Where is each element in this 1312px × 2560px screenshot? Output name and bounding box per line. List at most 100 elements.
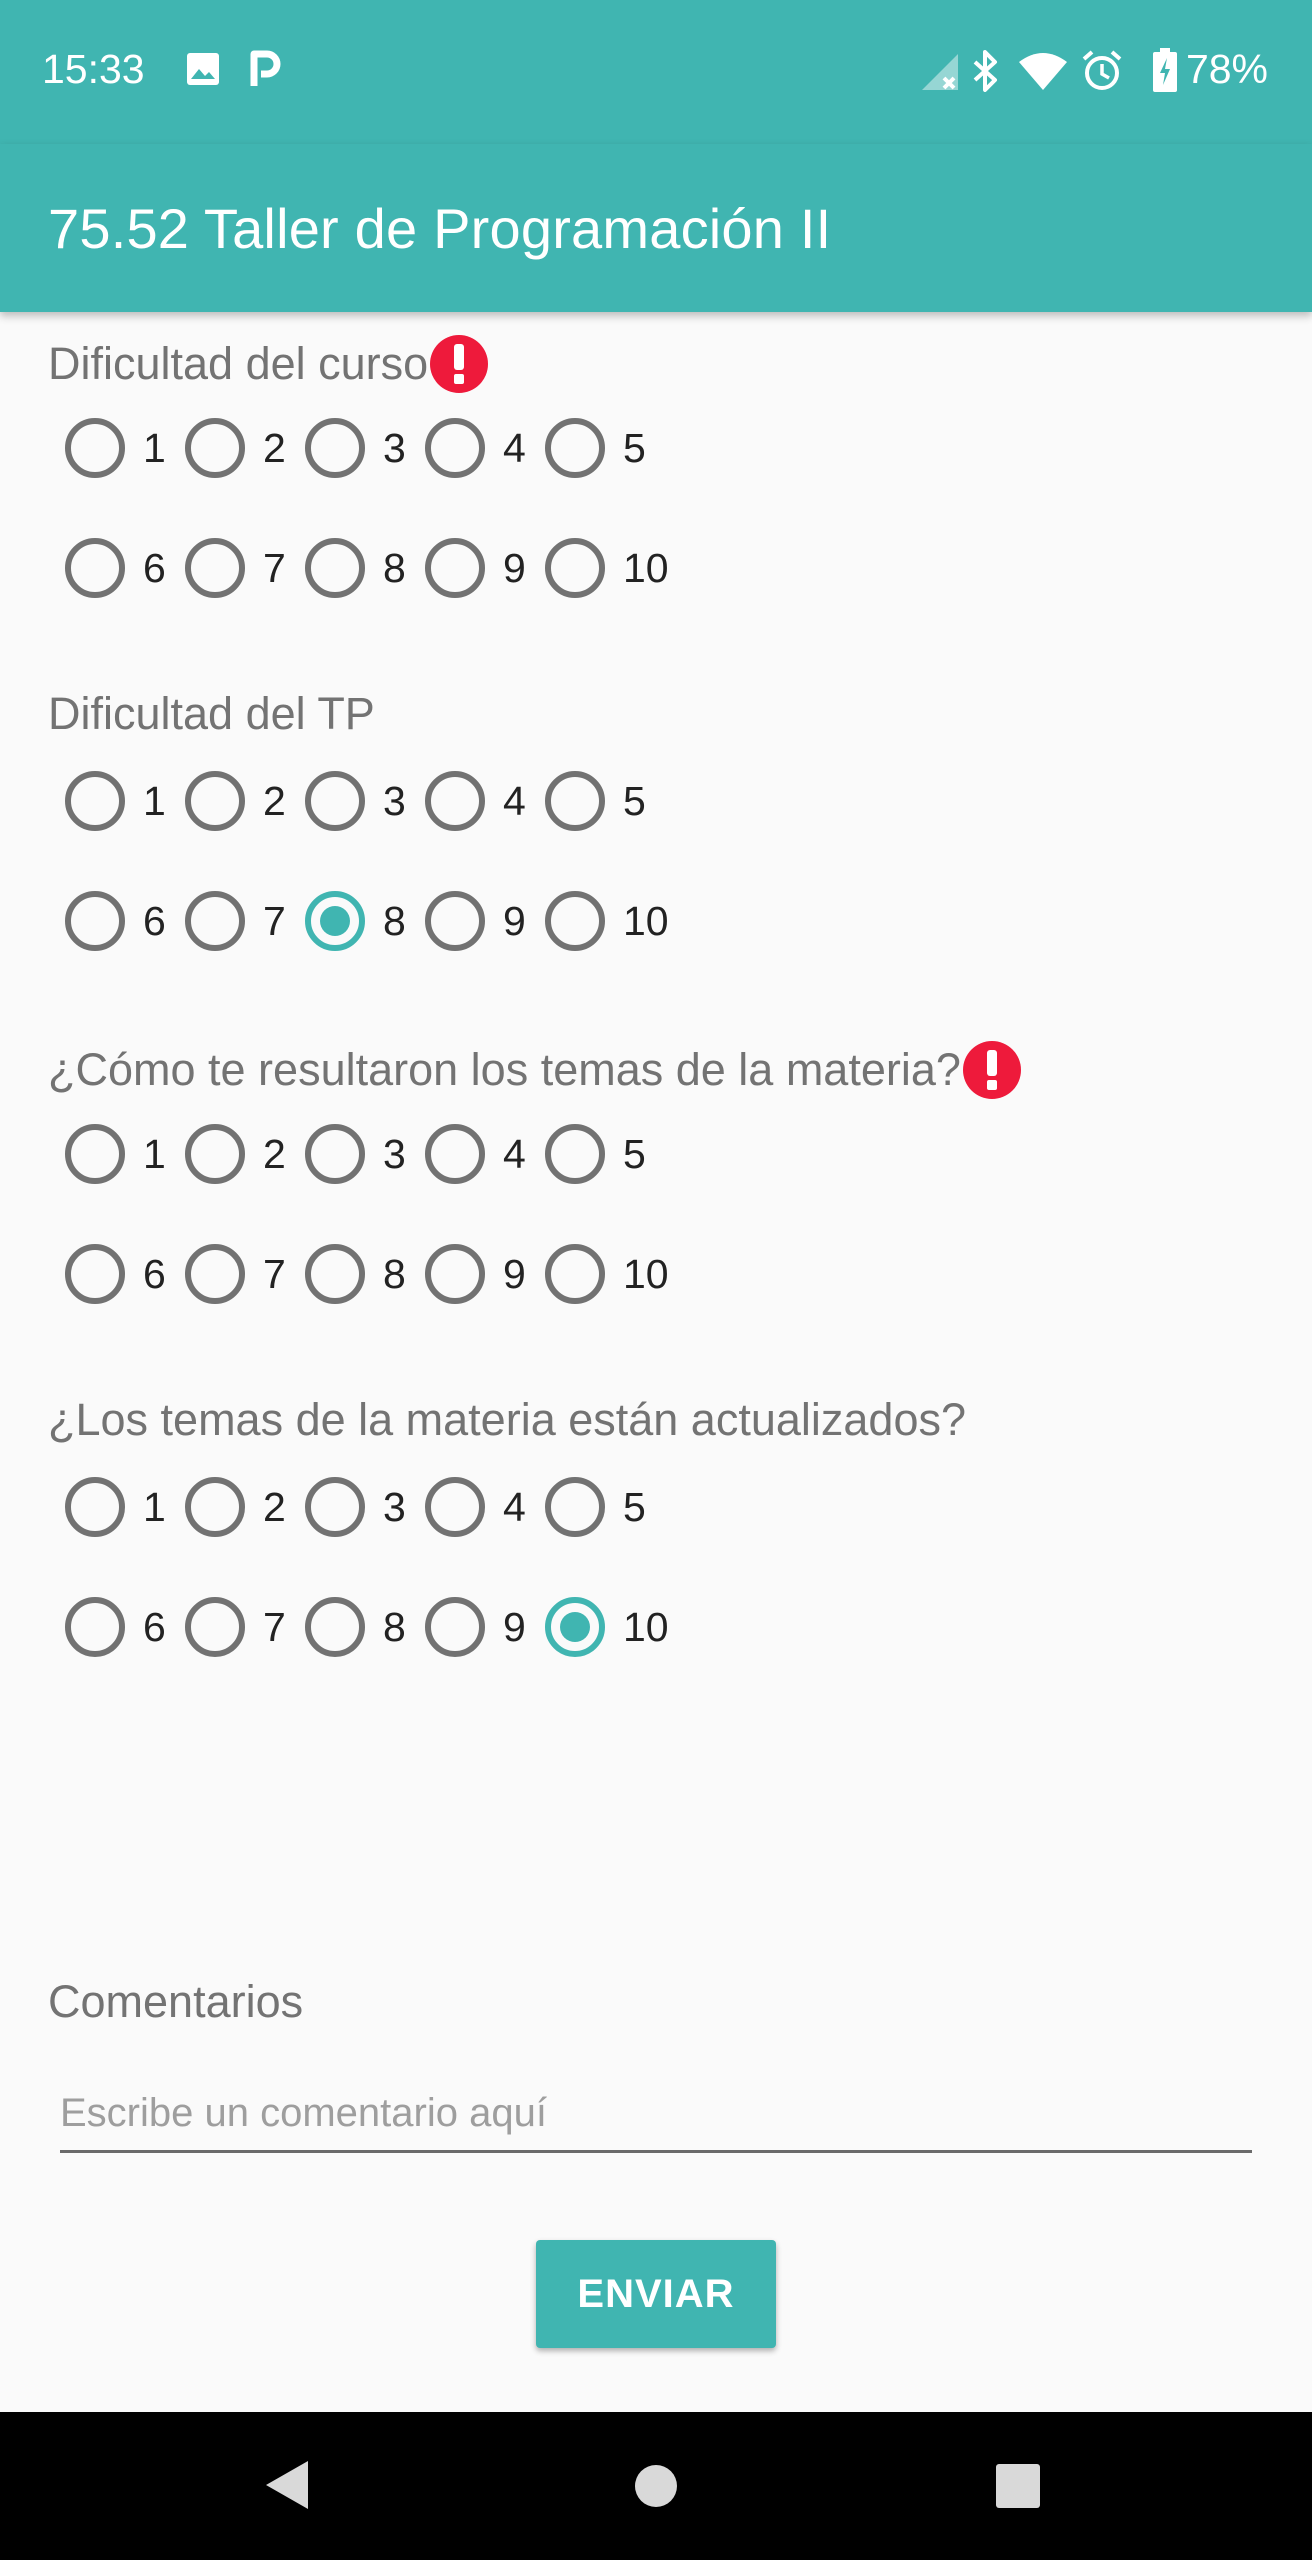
back-icon[interactable]	[262, 2458, 312, 2517]
radio-label: 9	[503, 545, 526, 591]
radio-label: 1	[143, 778, 166, 824]
radio-label: 2	[263, 1131, 286, 1177]
radio-label: 6	[143, 545, 166, 591]
recents-icon[interactable]	[996, 2464, 1040, 2513]
radio-option-6[interactable]	[65, 538, 125, 598]
radio-label: 3	[383, 425, 406, 471]
question-text: ¿Los temas de la materia están actualiza…	[48, 1394, 966, 1445]
question-label: ¿Los temas de la materia están actualiza…	[48, 1394, 966, 1446]
no-signal-icon	[920, 52, 960, 97]
radio-option-3[interactable]	[305, 418, 365, 478]
radio-option-2[interactable]	[185, 418, 245, 478]
comment-input[interactable]	[60, 2080, 1252, 2146]
radio-option-5[interactable]	[545, 1124, 605, 1184]
radio-option-1[interactable]	[65, 1124, 125, 1184]
radio-label: 10	[623, 1604, 669, 1650]
comment-field[interactable]	[60, 2080, 1252, 2153]
radio-option-4[interactable]	[425, 1477, 485, 1537]
radio-label: 6	[143, 1604, 166, 1650]
radio-option-8[interactable]	[305, 1597, 365, 1657]
wifi-icon	[1018, 52, 1068, 95]
radio-option-1[interactable]	[65, 418, 125, 478]
radio-option-6[interactable]	[65, 891, 125, 951]
radio-label: 4	[503, 1484, 526, 1530]
radio-label: 5	[623, 1484, 646, 1530]
radio-label: 2	[263, 425, 286, 471]
home-icon[interactable]	[634, 2464, 678, 2513]
navigation-bar	[0, 2412, 1312, 2560]
radio-label: 2	[263, 1484, 286, 1530]
question-text: Dificultad del TP	[48, 688, 375, 739]
radio-option-3[interactable]	[305, 1124, 365, 1184]
radio-label: 3	[383, 1131, 406, 1177]
radio-label: 7	[263, 545, 286, 591]
alarm-icon	[1082, 50, 1122, 97]
survey-form: 1 2 3 4 5 6 7 8 9 10 Dificultad del curso 1 2 3 4 5 6 7 8 9…	[0, 0, 1312, 2412]
question-label: Dificultad del TP	[48, 688, 375, 740]
radio-label: 10	[623, 545, 669, 591]
radio-option-10[interactable]	[545, 891, 605, 951]
radio-label: 6	[143, 1251, 166, 1297]
radio-option-4[interactable]	[425, 771, 485, 831]
radio-label: 1	[143, 425, 166, 471]
radio-option-2[interactable]	[185, 771, 245, 831]
radio-label: 9	[503, 1604, 526, 1650]
radio-label: 5	[623, 1131, 646, 1177]
radio-label: 9	[503, 898, 526, 944]
radio-label: 5	[623, 778, 646, 824]
radio-option-10[interactable]	[545, 538, 605, 598]
error-icon	[962, 1041, 1021, 1099]
radio-option-4[interactable]	[425, 418, 485, 478]
radio-label: 7	[263, 898, 286, 944]
radio-option-6[interactable]	[65, 1244, 125, 1304]
bluetooth-icon	[970, 50, 1000, 97]
radio-option-9[interactable]	[425, 1244, 485, 1304]
radio-option-7[interactable]	[185, 1244, 245, 1304]
radio-option-10[interactable]	[545, 1597, 605, 1657]
radio-label: 7	[263, 1251, 286, 1297]
battery-charging-icon	[1152, 48, 1178, 97]
radio-option-3[interactable]	[305, 1477, 365, 1537]
radio-option-5[interactable]	[545, 1477, 605, 1537]
radio-label: 1	[143, 1131, 166, 1177]
radio-label: 4	[503, 778, 526, 824]
image-icon	[186, 52, 220, 91]
battery-percentage: 78%	[1185, 46, 1268, 92]
radio-option-7[interactable]	[185, 1597, 245, 1657]
radio-label: 7	[263, 1604, 286, 1650]
radio-option-9[interactable]	[425, 891, 485, 951]
radio-option-9[interactable]	[425, 1597, 485, 1657]
radio-option-9[interactable]	[425, 538, 485, 598]
radio-label: 10	[623, 1251, 669, 1297]
radio-option-8[interactable]	[305, 538, 365, 598]
radio-label: 2	[263, 778, 286, 824]
radio-label: 1	[143, 1484, 166, 1530]
radio-option-3[interactable]	[305, 771, 365, 831]
radio-label: 10	[623, 898, 669, 944]
radio-option-2[interactable]	[185, 1124, 245, 1184]
radio-option-8[interactable]	[305, 1244, 365, 1304]
radio-label: 5	[623, 425, 646, 471]
radio-option-5[interactable]	[545, 771, 605, 831]
radio-option-4[interactable]	[425, 1124, 485, 1184]
comments-label: Comentarios	[48, 1976, 304, 2027]
status-bar: 15:33 78%	[0, 0, 1312, 144]
radio-option-7[interactable]	[185, 538, 245, 598]
radio-label: 8	[383, 545, 406, 591]
radio-option-1[interactable]	[65, 1477, 125, 1537]
radio-option-8[interactable]	[305, 891, 365, 951]
radio-label: 4	[503, 425, 526, 471]
radio-option-5[interactable]	[545, 418, 605, 478]
radio-label: 8	[383, 1251, 406, 1297]
app-title: 75.52 Taller de Programación II	[48, 197, 832, 260]
send-button[interactable]: ENVIAR	[536, 2240, 776, 2348]
radio-option-1[interactable]	[65, 771, 125, 831]
question-label: Dificultad del curso	[48, 335, 489, 393]
radio-label: 3	[383, 1484, 406, 1530]
radio-option-7[interactable]	[185, 891, 245, 951]
radio-option-10[interactable]	[545, 1244, 605, 1304]
radio-option-6[interactable]	[65, 1597, 125, 1657]
error-icon	[430, 335, 489, 393]
status-time: 15:33	[42, 46, 145, 92]
radio-option-2[interactable]	[185, 1477, 245, 1537]
